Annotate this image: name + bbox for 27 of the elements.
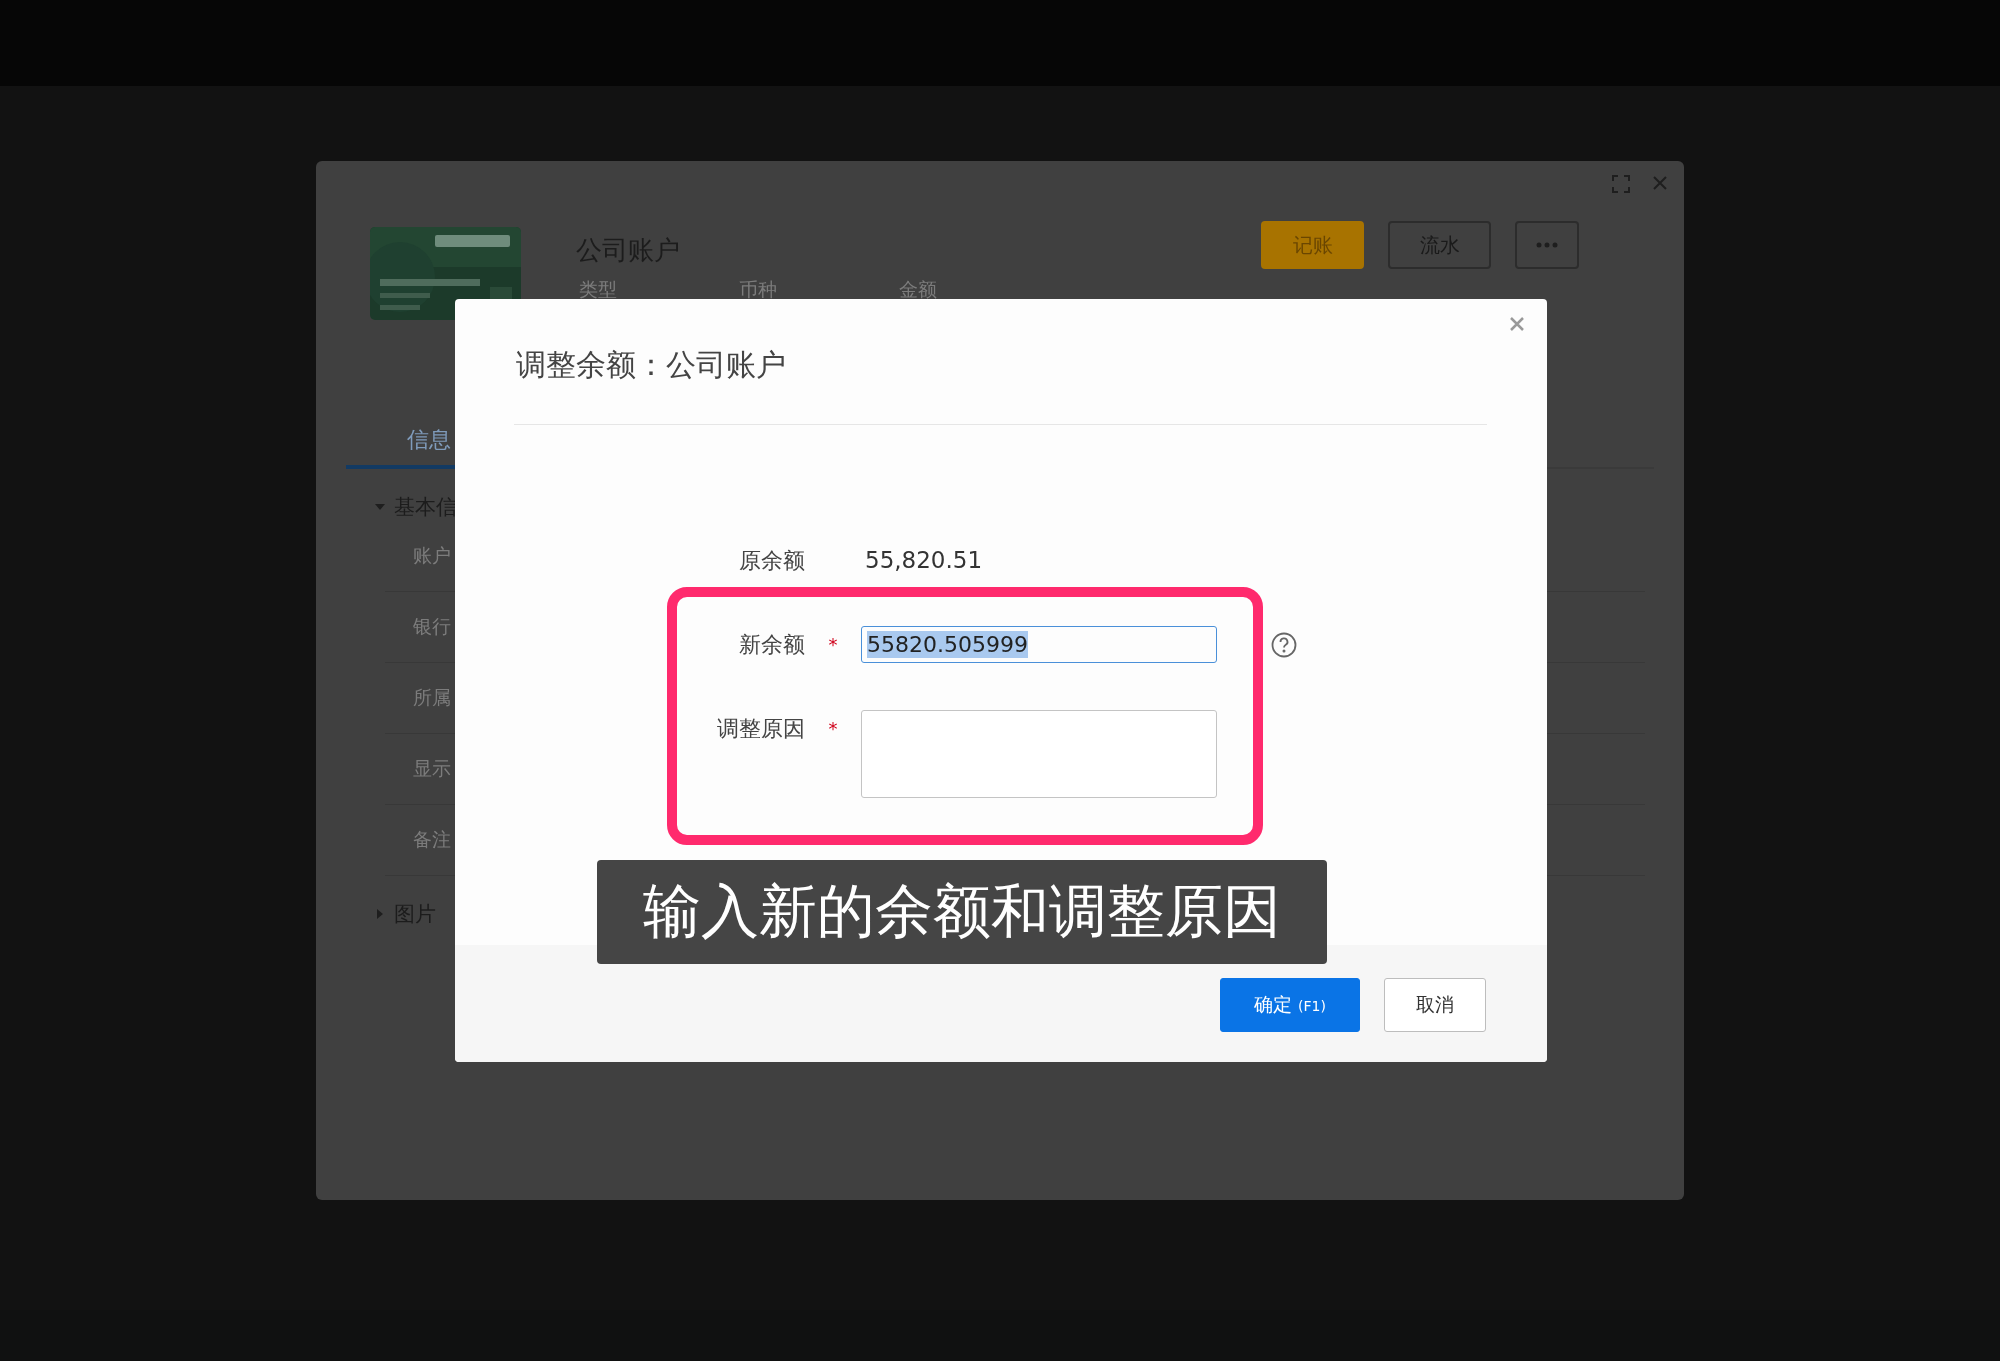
dialog-title: 调整余额：公司账户	[516, 346, 787, 384]
more-button[interactable]	[1515, 221, 1579, 269]
required-mark: *	[828, 717, 838, 741]
field-label: 所属	[413, 685, 451, 710]
summary-label: 金额	[899, 277, 937, 302]
fullscreen-icon[interactable]	[1612, 175, 1630, 193]
more-icon	[1536, 242, 1558, 248]
close-icon[interactable]	[1652, 175, 1668, 191]
balance-value: 55,820.51	[865, 546, 984, 575]
cancel-button[interactable]: 取消	[1384, 978, 1486, 1032]
field-label: 显示	[413, 756, 451, 781]
required-mark: *	[828, 633, 838, 657]
field-label: 新余额	[739, 631, 805, 659]
close-icon[interactable]	[1509, 316, 1525, 332]
input-field[interactable]: 55820.505999	[861, 626, 1217, 663]
help-icon[interactable]	[1271, 632, 1297, 658]
confirm-button[interactable]: 确定 (F1)	[1220, 978, 1360, 1032]
field-label: 原余额	[739, 547, 805, 575]
action-button[interactable]: 记账	[1261, 221, 1364, 269]
summary-label: 类型	[579, 277, 617, 302]
field-label: 备注	[413, 827, 451, 852]
field-label: 调整原因	[717, 715, 805, 743]
field-label: 账户	[413, 543, 451, 568]
field-label: 银行	[413, 614, 451, 639]
reason-field[interactable]	[861, 710, 1217, 798]
caption: 输入新的余额和调整原因	[597, 860, 1327, 964]
summary-label: 币种	[739, 277, 777, 302]
